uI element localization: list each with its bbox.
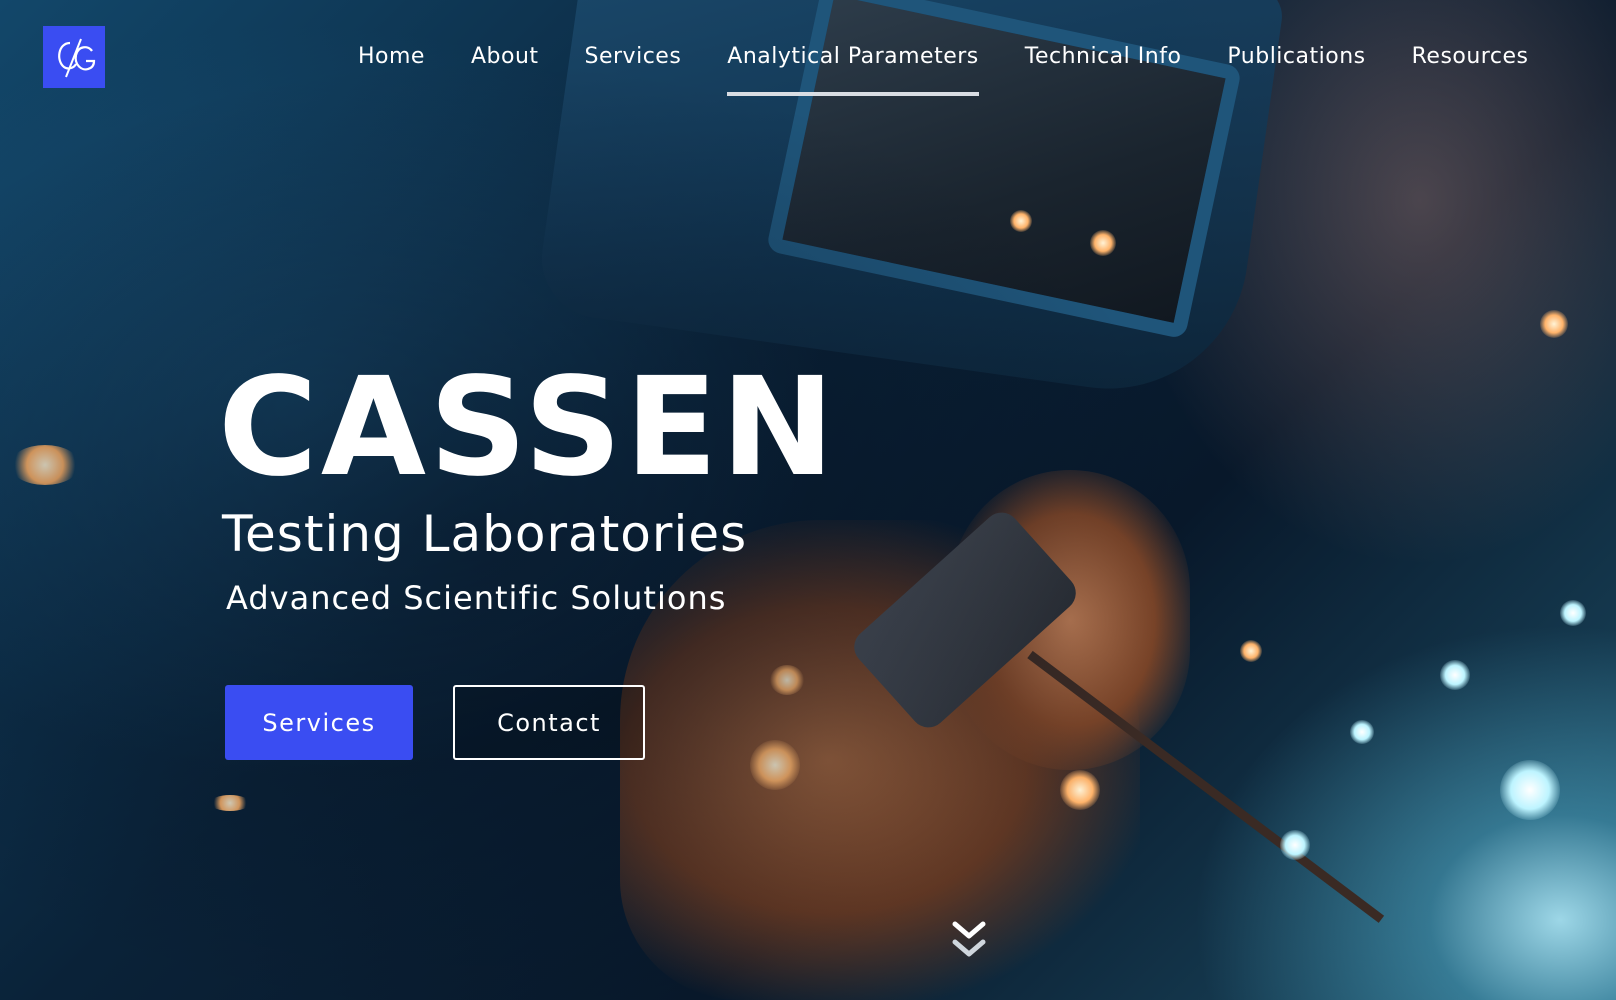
- hero-tagline: Advanced Scientific Solutions: [226, 579, 727, 617]
- nav-item-resources[interactable]: Resources: [1412, 40, 1529, 74]
- hero-subtitle: Testing Laboratories: [222, 505, 748, 563]
- nav-item-publications[interactable]: Publications: [1227, 40, 1365, 74]
- services-button[interactable]: Services: [225, 685, 413, 760]
- contact-button[interactable]: Contact: [453, 685, 645, 760]
- hero-section: Home About Services Analytical Parameter…: [0, 0, 1616, 1000]
- cg-monogram-logo[interactable]: [43, 26, 105, 88]
- hero-title: CASSEN: [218, 349, 838, 507]
- nav-item-home[interactable]: Home: [358, 40, 425, 74]
- nav-item-about[interactable]: About: [471, 40, 539, 74]
- main-navigation: Home About Services Analytical Parameter…: [358, 40, 1529, 96]
- nav-item-technical-info[interactable]: Technical Info: [1025, 40, 1182, 74]
- nav-item-services[interactable]: Services: [585, 40, 682, 74]
- double-chevron-down-icon[interactable]: [951, 918, 987, 962]
- nav-item-analytical-parameters[interactable]: Analytical Parameters: [727, 40, 980, 96]
- logo-monogram-icon: [58, 38, 96, 78]
